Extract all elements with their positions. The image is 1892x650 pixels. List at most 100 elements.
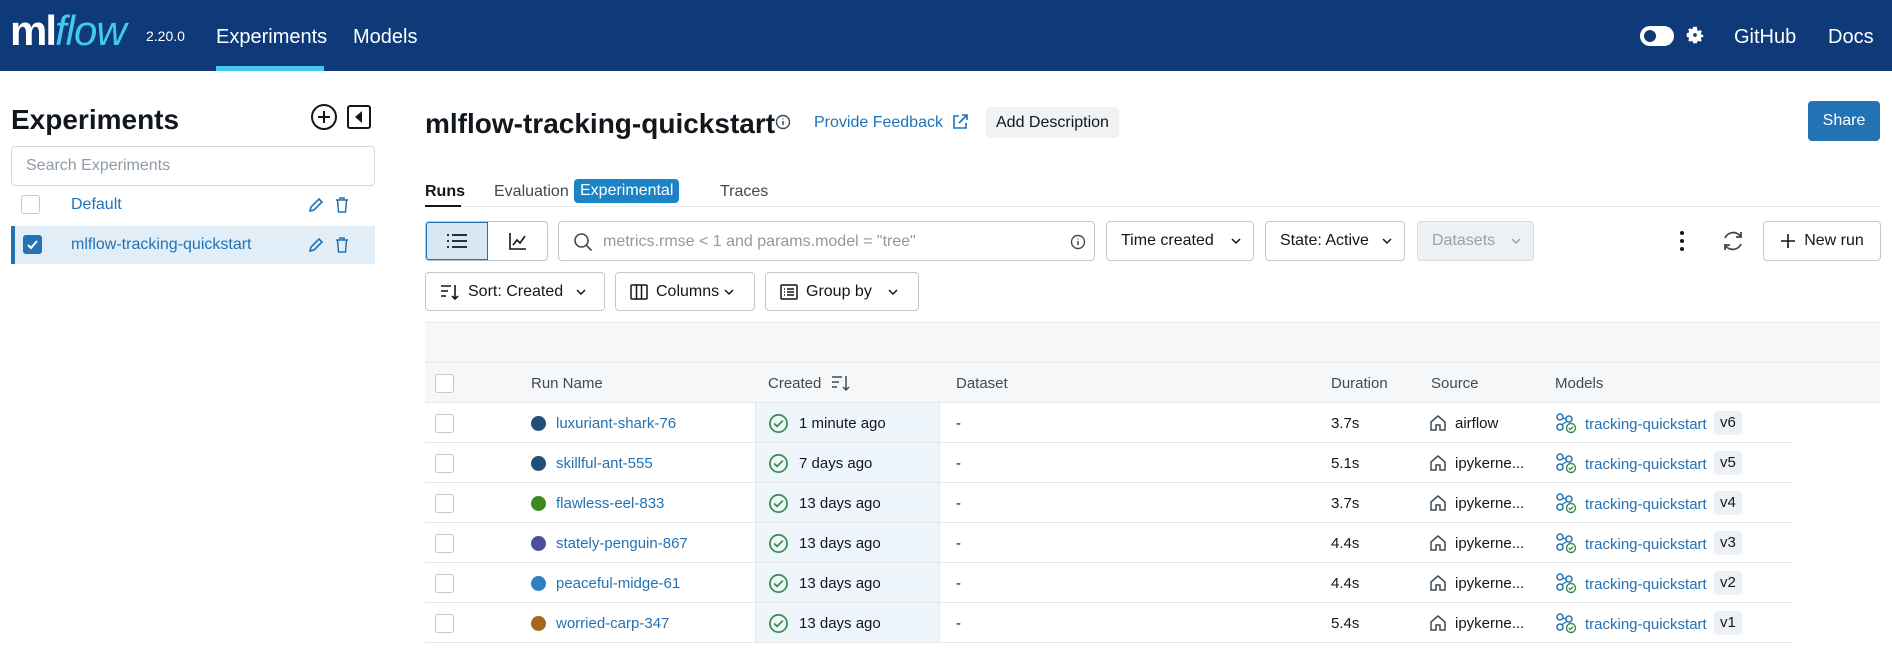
new-run-button[interactable]: New run bbox=[1763, 221, 1881, 261]
row-checkbox[interactable] bbox=[435, 574, 454, 593]
docs-link[interactable]: Docs bbox=[1828, 26, 1874, 49]
tab-evaluation[interactable]: Evaluation bbox=[494, 183, 569, 201]
header-models[interactable]: Models bbox=[1555, 375, 1603, 392]
model-version-badge[interactable]: v6 bbox=[1714, 411, 1742, 435]
source-branch-icon bbox=[1430, 415, 1446, 431]
model-version-badge[interactable]: v4 bbox=[1714, 491, 1742, 515]
edit-pencil-icon[interactable] bbox=[307, 196, 325, 214]
tab-traces[interactable]: Traces bbox=[720, 183, 768, 201]
state-dropdown[interactable]: State: Active bbox=[1265, 221, 1405, 261]
experiment-checkbox-checked[interactable] bbox=[23, 235, 42, 254]
toggle-knob bbox=[1642, 28, 1658, 44]
run-name-link[interactable]: luxuriant-shark-76 bbox=[556, 415, 676, 432]
row-checkbox[interactable] bbox=[435, 414, 454, 433]
nav-models[interactable]: Models bbox=[353, 26, 417, 49]
version-label: 2.20.0 bbox=[146, 28, 185, 44]
chevron-down-icon bbox=[888, 289, 898, 296]
experiment-row-default[interactable]: Default bbox=[11, 186, 375, 224]
nav-active-indicator bbox=[216, 66, 324, 71]
run-name-link[interactable]: peaceful-midge-61 bbox=[556, 575, 680, 592]
row-checkbox[interactable] bbox=[435, 614, 454, 633]
table-row[interactable]: luxuriant-shark-76 1 minute ago - 3.7s airfl… bbox=[425, 403, 1792, 443]
header-duration[interactable]: Duration bbox=[1331, 375, 1388, 392]
experiment-title: mlflow-tracking-quickstart bbox=[425, 108, 776, 139]
provide-feedback-link[interactable]: Provide Feedback bbox=[814, 114, 943, 132]
table-header: Run Name Created Dataset Duration Source… bbox=[425, 362, 1880, 403]
run-duration: 4.4s bbox=[1331, 535, 1360, 552]
run-created: 13 days ago bbox=[799, 575, 881, 592]
model-link[interactable]: tracking-quickstart bbox=[1585, 496, 1707, 513]
info-icon[interactable] bbox=[775, 114, 791, 130]
header-dataset[interactable]: Dataset bbox=[956, 375, 1008, 392]
experiment-name[interactable]: mlflow-tracking-quickstart bbox=[71, 236, 251, 254]
nav-experiments[interactable]: Experiments bbox=[216, 26, 327, 49]
info-icon[interactable] bbox=[1070, 234, 1086, 250]
github-link[interactable]: GitHub bbox=[1734, 26, 1796, 49]
columns-button[interactable]: Columns bbox=[615, 272, 755, 311]
gear-icon[interactable] bbox=[1684, 24, 1706, 46]
edit-pencil-icon[interactable] bbox=[307, 236, 325, 254]
model-link[interactable]: tracking-quickstart bbox=[1585, 536, 1707, 553]
row-checkbox[interactable] bbox=[435, 494, 454, 513]
model-link[interactable]: tracking-quickstart bbox=[1585, 416, 1707, 433]
add-description-button[interactable]: Add Description bbox=[986, 107, 1119, 138]
header-created[interactable]: Created bbox=[768, 375, 821, 392]
tab-runs[interactable]: Runs bbox=[425, 183, 465, 201]
trash-icon[interactable] bbox=[335, 197, 349, 213]
row-checkbox[interactable] bbox=[435, 454, 454, 473]
run-source: ipykerne... bbox=[1455, 615, 1525, 632]
run-color-dot bbox=[531, 576, 546, 591]
registered-model-icon bbox=[1556, 573, 1577, 594]
share-button[interactable]: Share bbox=[1808, 101, 1880, 141]
run-created: 1 minute ago bbox=[799, 415, 886, 432]
mlflow-logo[interactable]: ml flow bbox=[10, 6, 127, 56]
trash-icon[interactable] bbox=[335, 237, 349, 253]
run-name-link[interactable]: flawless-eel-833 bbox=[556, 495, 664, 512]
header-source[interactable]: Source bbox=[1431, 375, 1479, 392]
experimental-badge: Experimental bbox=[574, 179, 680, 203]
experiment-checkbox[interactable] bbox=[21, 195, 40, 214]
group-by-button[interactable]: Group by bbox=[765, 272, 919, 311]
sort-descending-icon[interactable] bbox=[831, 374, 851, 392]
search-experiments-input[interactable] bbox=[11, 146, 375, 186]
external-link-icon[interactable] bbox=[951, 113, 969, 131]
model-link[interactable]: tracking-quickstart bbox=[1585, 456, 1707, 473]
table-row[interactable]: peaceful-midge-61 13 days ago - 4.4s ipykern… bbox=[425, 563, 1792, 603]
create-experiment-button[interactable] bbox=[310, 103, 338, 131]
table-row[interactable]: skillful-ant-555 7 days ago - 5.1s ipykerne.… bbox=[425, 443, 1792, 483]
sort-button[interactable]: Sort: Created bbox=[425, 272, 605, 311]
chevron-down-icon bbox=[1511, 238, 1521, 245]
model-version-badge[interactable]: v2 bbox=[1714, 571, 1742, 595]
table-row[interactable]: worried-carp-347 13 days ago - 5.4s ipykerne… bbox=[425, 603, 1792, 643]
table-row[interactable]: stately-penguin-867 13 days ago - 4.4s ipyke… bbox=[425, 523, 1792, 563]
row-checkbox[interactable] bbox=[435, 534, 454, 553]
theme-toggle[interactable] bbox=[1640, 26, 1674, 46]
source-branch-icon bbox=[1430, 575, 1446, 591]
run-dataset: - bbox=[956, 415, 961, 432]
refresh-icon[interactable] bbox=[1720, 228, 1746, 254]
header-run-name[interactable]: Run Name bbox=[531, 375, 603, 392]
table-group-header bbox=[425, 322, 1880, 362]
model-version-badge[interactable]: v5 bbox=[1714, 451, 1742, 475]
collapse-sidebar-button[interactable] bbox=[346, 104, 372, 130]
time-created-dropdown[interactable]: Time created bbox=[1106, 221, 1254, 261]
runs-search-input[interactable] bbox=[603, 230, 1043, 254]
list-view-button[interactable] bbox=[426, 222, 488, 260]
model-version-badge[interactable]: v1 bbox=[1714, 611, 1742, 635]
experiment-row-quickstart[interactable]: mlflow-tracking-quickstart bbox=[11, 226, 375, 264]
experiment-name[interactable]: Default bbox=[71, 196, 122, 214]
check-circle-icon bbox=[769, 574, 788, 593]
table-row[interactable]: flawless-eel-833 13 days ago - 3.7s ipykerne… bbox=[425, 483, 1792, 523]
run-name-link[interactable]: stately-penguin-867 bbox=[556, 535, 688, 552]
model-link[interactable]: tracking-quickstart bbox=[1585, 616, 1707, 633]
registered-model-icon bbox=[1556, 413, 1577, 434]
run-name-link[interactable]: worried-carp-347 bbox=[556, 615, 669, 632]
chart-view-button[interactable] bbox=[488, 222, 548, 260]
logo-ml-text: ml bbox=[10, 7, 57, 54]
more-vertical-icon[interactable] bbox=[1672, 228, 1692, 254]
select-all-checkbox[interactable] bbox=[435, 374, 454, 393]
model-link[interactable]: tracking-quickstart bbox=[1585, 576, 1707, 593]
run-name-link[interactable]: skillful-ant-555 bbox=[556, 455, 653, 472]
time-created-label: Time created bbox=[1121, 232, 1214, 249]
model-version-badge[interactable]: v3 bbox=[1714, 531, 1742, 555]
